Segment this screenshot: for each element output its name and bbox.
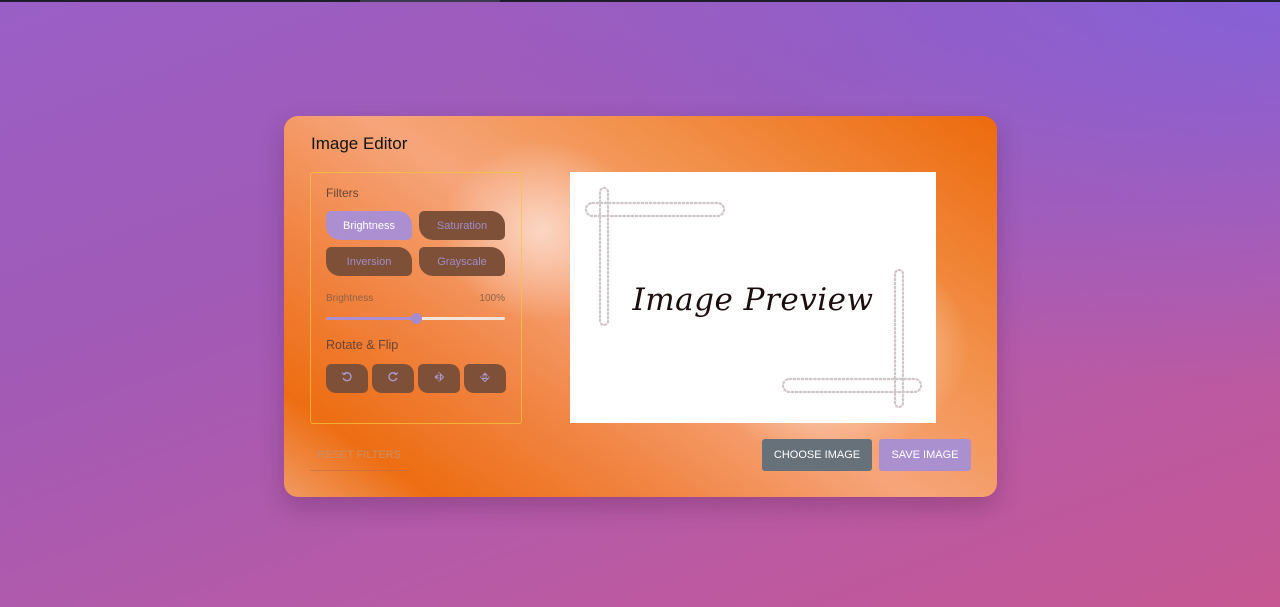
rotate-right-icon <box>387 370 399 388</box>
rotate-heading: Rotate & Flip <box>326 338 399 352</box>
rotate-left-icon <box>341 370 353 388</box>
filter-inversion-button[interactable]: Inversion <box>326 247 412 276</box>
rotate-left-button[interactable] <box>326 364 368 393</box>
page-title: Image Editor <box>311 134 408 153</box>
slider-info: Brightness 100% <box>326 293 505 304</box>
flip-vertical-icon <box>479 370 491 388</box>
preview-placeholder-text: Image Preview <box>632 282 874 318</box>
browser-top-bar <box>0 0 1280 2</box>
filters-heading: Filters <box>326 186 359 200</box>
save-image-button[interactable]: SAVE IMAGE <box>879 439 971 471</box>
top-bar-segment <box>360 0 500 2</box>
filters-panel: Filters Brightness Saturation Inversion … <box>310 172 522 424</box>
flip-vertical-button[interactable] <box>464 364 506 393</box>
reset-filters-button[interactable]: RESET FILTERS <box>310 439 408 471</box>
editor-card: Image Editor Filters Brightness Saturati… <box>284 116 997 497</box>
flip-horizontal-icon <box>433 370 445 388</box>
filter-saturation-button[interactable]: Saturation <box>419 211 505 240</box>
image-preview: Image Preview <box>570 172 936 423</box>
choose-image-button[interactable]: CHOOSE IMAGE <box>762 439 872 471</box>
rotate-right-button[interactable] <box>372 364 414 393</box>
slider-value: 100% <box>479 293 505 304</box>
slider-name: Brightness <box>326 293 374 304</box>
slider-fill <box>326 317 416 320</box>
filter-grayscale-button[interactable]: Grayscale <box>419 247 505 276</box>
brightness-slider[interactable] <box>326 313 505 324</box>
flip-horizontal-button[interactable] <box>418 364 460 393</box>
filter-brightness-button[interactable]: Brightness <box>326 211 412 240</box>
slider-thumb[interactable] <box>410 313 422 324</box>
